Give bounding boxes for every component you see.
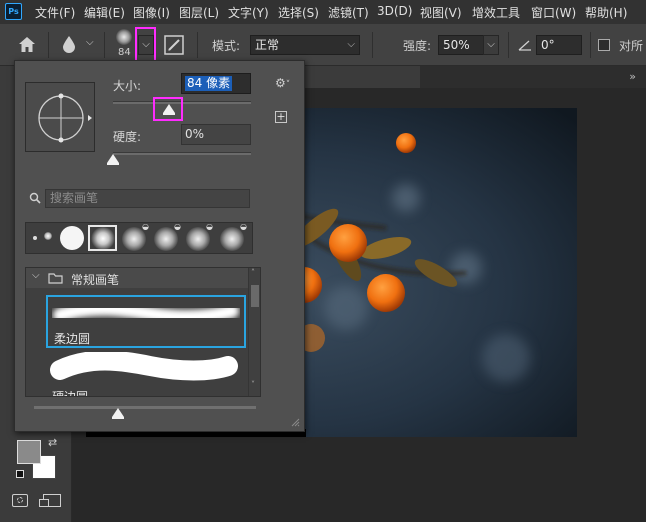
foreground-color-swatch-front xyxy=(17,440,41,464)
options-separator xyxy=(104,32,105,58)
recent-brushes-strip: ◒ ◒ ◒ ◒ xyxy=(25,222,253,254)
menu-type[interactable]: 文字(Y) xyxy=(228,4,269,21)
brush-preview-icon[interactable] xyxy=(116,29,132,45)
document-tab[interactable] xyxy=(300,66,420,88)
options-separator xyxy=(508,32,509,58)
brush-list-scrollbar[interactable]: ˄ ˅ xyxy=(248,268,260,396)
scroll-up-icon[interactable]: ˄ xyxy=(251,268,255,277)
brush-item-name: 柔边圆 xyxy=(54,332,91,346)
scrollbar-thumb[interactable] xyxy=(251,285,259,307)
sample-all-layers-label: 对所 xyxy=(619,39,644,53)
brush-angle-roundness-icon[interactable] xyxy=(26,83,96,153)
menu-view[interactable]: 视图(V) xyxy=(420,4,462,21)
angle-input[interactable]: 0° xyxy=(536,35,582,55)
recent-brush-tiny[interactable] xyxy=(28,225,57,251)
photoshop-logo[interactable]: Ps xyxy=(5,3,22,20)
brush-item-name: 硬边圆 xyxy=(52,390,89,397)
menu-filter[interactable]: 滤镜(T) xyxy=(328,4,369,21)
recent-brush-soft-2[interactable]: ◒ xyxy=(152,222,181,251)
hardness-slider-thumb-base xyxy=(107,163,119,165)
brush-group-name: 常规画笔 xyxy=(71,273,120,287)
hard-round-stroke-preview xyxy=(50,352,238,381)
strength-label: 强度: xyxy=(403,39,432,53)
strength-input[interactable]: 50% xyxy=(438,35,484,55)
brush-item-hard-round[interactable]: 硬边圆 xyxy=(46,352,246,397)
preview-size-slider-thumb-base xyxy=(112,417,124,419)
menu-file[interactable]: 文件(F) xyxy=(35,4,75,21)
hardness-slider-track[interactable] xyxy=(113,152,251,155)
menu-select[interactable]: 选择(S) xyxy=(278,4,319,21)
preview-size-slider-track[interactable] xyxy=(34,406,256,409)
default-colors-icon[interactable] xyxy=(16,470,24,478)
hardness-label: 硬度: xyxy=(113,130,142,144)
menu-layer[interactable]: 图层(L) xyxy=(179,4,219,21)
brush-item-soft-round[interactable]: 柔边圆 xyxy=(46,295,246,348)
screen-mode-inner xyxy=(39,499,49,507)
scroll-down-icon[interactable]: ˅ xyxy=(251,380,255,389)
brush-search-input[interactable]: 搜索画笔 xyxy=(45,189,250,208)
mode-label: 模式: xyxy=(212,39,241,53)
hardness-input[interactable]: 0% xyxy=(181,124,251,145)
brush-preset-list: ⌵ 常规画笔 柔边圆 硬边圆 ˄ ˅ xyxy=(25,267,261,397)
brush-preset-picker: 大小: 84 像素 ⚙˅ + 硬度: 0% 搜索画笔 ◒ ◒ ◒ ◒ ⌵ 常规画… xyxy=(14,60,305,432)
mode-value: 正常 xyxy=(255,38,280,52)
brush-size-readout: 84 xyxy=(118,47,131,58)
menu-image[interactable]: 图像(I) xyxy=(133,4,170,21)
brush-tip-shape-preview[interactable] xyxy=(25,82,95,152)
chevron-down-icon[interactable]: ⌵ xyxy=(32,270,40,281)
quick-mask-icon[interactable] xyxy=(12,494,28,507)
size-input[interactable]: 84 像素 xyxy=(181,73,251,94)
brush-settings-icon[interactable] xyxy=(164,35,184,55)
size-label: 大小: xyxy=(113,79,142,93)
menu-help[interactable]: 帮助(H) xyxy=(585,4,627,21)
new-brush-preset-icon[interactable]: + xyxy=(275,111,287,123)
menu-plugins[interactable]: 增效工具 xyxy=(472,4,520,21)
swap-colors-icon[interactable]: ⇄ xyxy=(48,436,57,449)
menu-window[interactable]: 窗口(W) xyxy=(531,4,576,21)
size-thumb-highlight-box xyxy=(153,97,183,121)
recent-brush-soft-4[interactable]: ◒ xyxy=(218,222,247,251)
blur-drop-icon[interactable] xyxy=(62,35,76,53)
soft-round-stroke-preview xyxy=(53,301,239,324)
recent-brush-hard-round[interactable] xyxy=(58,225,87,251)
recent-brush-soft-3[interactable]: ◒ xyxy=(184,222,213,251)
menu-bar: Ps 文件(F) 编辑(E) 图像(I) 图层(L) 文字(Y) 选择(S) 滤… xyxy=(0,0,646,24)
recent-brush-soft-round-selected[interactable] xyxy=(88,225,117,251)
sample-all-layers-checkbox[interactable] xyxy=(598,39,610,51)
hardness-slider-thumb[interactable] xyxy=(107,154,119,163)
menu-edit[interactable]: 编辑(E) xyxy=(84,4,125,21)
resize-grip-icon[interactable] xyxy=(290,417,300,427)
folder-icon xyxy=(48,273,63,284)
chevron-down-icon: ⌵ xyxy=(347,39,355,50)
mode-select[interactable]: 正常 ⌵ xyxy=(250,35,360,55)
screen-mode-icon[interactable] xyxy=(39,494,61,507)
brush-group-row[interactable]: ⌵ 常规画笔 xyxy=(26,268,248,288)
angle-icon xyxy=(518,40,531,51)
options-separator xyxy=(48,32,49,58)
tool-preset-arrow-icon[interactable]: ⌵ xyxy=(86,37,94,48)
size-value: 84 像素 xyxy=(185,76,233,91)
strength-dropdown-button[interactable]: ⌵ xyxy=(483,35,499,55)
options-separator xyxy=(372,32,373,58)
search-icon xyxy=(29,192,41,204)
gear-icon[interactable]: ⚙˅ xyxy=(275,76,290,90)
options-separator xyxy=(197,32,198,58)
tab-overflow-icon[interactable]: » xyxy=(629,70,636,83)
menu-3d[interactable]: 3D(D) xyxy=(377,4,412,18)
preview-size-slider-thumb[interactable] xyxy=(112,408,124,417)
options-separator xyxy=(590,32,591,58)
recent-brush-soft-1[interactable]: ◒ xyxy=(120,222,149,251)
quick-mask-circle xyxy=(17,497,23,503)
home-icon[interactable] xyxy=(18,36,36,53)
